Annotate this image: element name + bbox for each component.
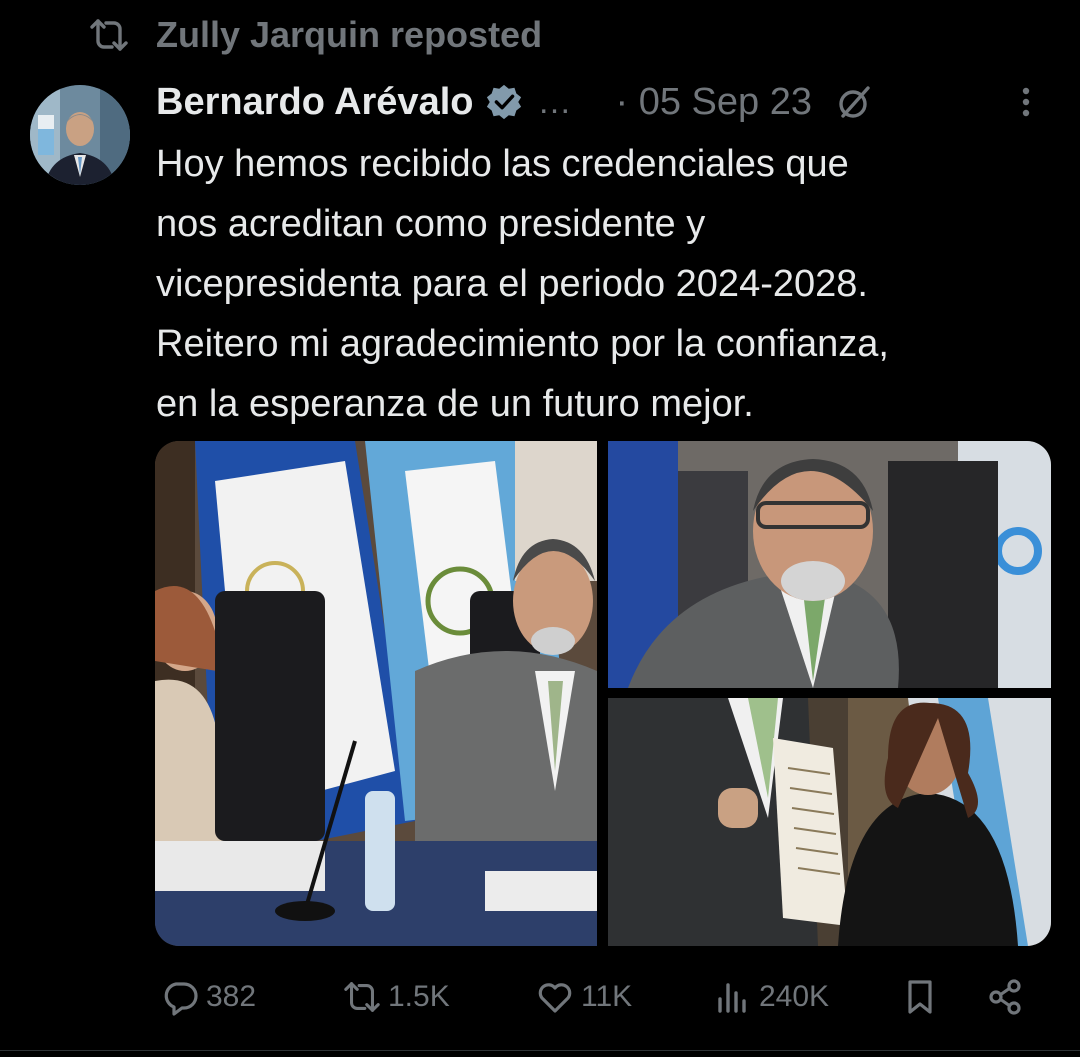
tweet-text-line: Hoy hemos recibido las credenciales que [156,143,849,185]
reply-count: 382 [206,980,257,1013]
photo-portrait-president[interactable] [608,441,1051,688]
repost-label: Zully Jarquin reposted [156,14,543,55]
avatar[interactable] [30,85,130,185]
name-overflow: … [537,82,572,121]
bookmark-button[interactable] [900,972,940,1022]
tweet-text-line: Reitero mi agradecimiento por la confian… [156,323,889,365]
repost-indicator[interactable]: Zully Jarquin reposted [88,10,542,60]
divider [0,1050,1080,1051]
repost-button[interactable]: 1.5K [342,972,450,1022]
tweet-text-line: en la esperanza de un futuro mejor. [156,383,754,425]
photo-ceremony-table[interactable] [155,441,597,946]
tweet[interactable]: Zully Jarquin reposted Bernardo Arévalo … [0,0,1080,1057]
views-button[interactable]: 240K [713,972,829,1022]
repost-icon [88,17,130,53]
tweet-text: Hoy hemos recibido las credenciales que … [156,134,1061,434]
grok-icon[interactable] [834,82,874,122]
like-button[interactable]: 11K [535,972,632,1022]
like-count: 11K [581,980,633,1013]
media-grid [155,441,1051,946]
share-button[interactable] [985,972,1025,1022]
view-count: 240K [759,980,830,1013]
reply-button[interactable]: 382 [160,972,256,1022]
timestamp[interactable]: · 05 Sep 23 [615,81,811,124]
tweet-text-line: vicepresidenta para el periodo 2024-2028… [156,263,868,305]
photo-credential-presentation[interactable] [608,698,1051,946]
verified-badge-icon[interactable] [485,83,523,121]
author-name[interactable]: Bernardo Arévalo [156,81,473,124]
tweet-text-line: nos acreditan como presidente y [156,203,706,245]
repost-count: 1.5K [388,980,450,1013]
more-options-icon[interactable] [1006,82,1046,122]
action-bar: 382 1.5K 11K 240K [160,972,1040,1022]
tweet-header: Bernardo Arévalo … · 05 Sep 23 [156,78,1056,126]
